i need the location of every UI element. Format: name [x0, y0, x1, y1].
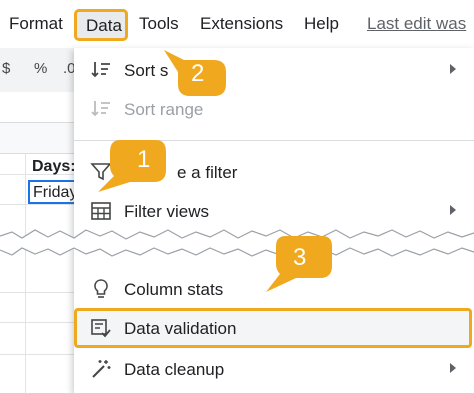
- grid-line: [0, 322, 74, 323]
- currency-format-button[interactable]: $: [2, 60, 10, 77]
- menu-item-label: e a filter: [177, 163, 238, 182]
- menu-item-data-validation[interactable]: Data validation: [74, 308, 472, 348]
- menu-extensions[interactable]: Extensions: [200, 14, 283, 34]
- selected-cell-value: Friday: [33, 184, 78, 201]
- toolbar: $ % .0: [0, 48, 76, 92]
- grid-line: [0, 204, 74, 205]
- menu-item-label: Column stats: [124, 280, 224, 299]
- menu-item-sort-sheet[interactable]: Sort s: [74, 51, 474, 89]
- menu-item-data-cleanup[interactable]: Data cleanup: [74, 350, 474, 388]
- submenu-arrow-icon: [450, 363, 456, 373]
- menu-item-sort-range: Sort range: [74, 90, 474, 128]
- sort-icon: [91, 62, 110, 78]
- callout-number: 1: [137, 146, 151, 173]
- menu-help[interactable]: Help: [304, 14, 339, 34]
- last-edit-link[interactable]: Last edit was: [367, 14, 466, 34]
- menu-item-label: Sort range: [124, 100, 204, 119]
- callout-number: 3: [293, 244, 307, 271]
- selected-cell[interactable]: Friday: [28, 180, 78, 204]
- sort-range-icon: [91, 101, 110, 117]
- data-validation-icon: [91, 319, 111, 338]
- grid-line: [0, 292, 74, 293]
- menu-item-label: Data cleanup: [124, 360, 225, 379]
- callout-marker: [98, 140, 166, 192]
- menu-format[interactable]: Format: [9, 14, 63, 34]
- magic-wand-icon: [92, 360, 111, 378]
- menubar: Format Data Tools Extensions Help Last e…: [0, 0, 474, 48]
- lightbulb-icon: [94, 279, 108, 298]
- submenu-arrow-icon: [450, 205, 456, 215]
- cell-days-header[interactable]: Days:: [32, 158, 76, 176]
- torn-paper-divider: [0, 229, 474, 257]
- grid-line: [0, 354, 74, 355]
- submenu-arrow-icon: [450, 64, 456, 74]
- menu-data-label: Data: [86, 16, 122, 35]
- callout-number: 2: [191, 60, 205, 87]
- menu-tools[interactable]: Tools: [139, 14, 179, 34]
- column-header-row: [0, 122, 74, 154]
- percent-format-button[interactable]: %: [34, 60, 47, 77]
- menu-data[interactable]: Data: [74, 9, 128, 41]
- menu-item-label: Data validation: [124, 319, 237, 338]
